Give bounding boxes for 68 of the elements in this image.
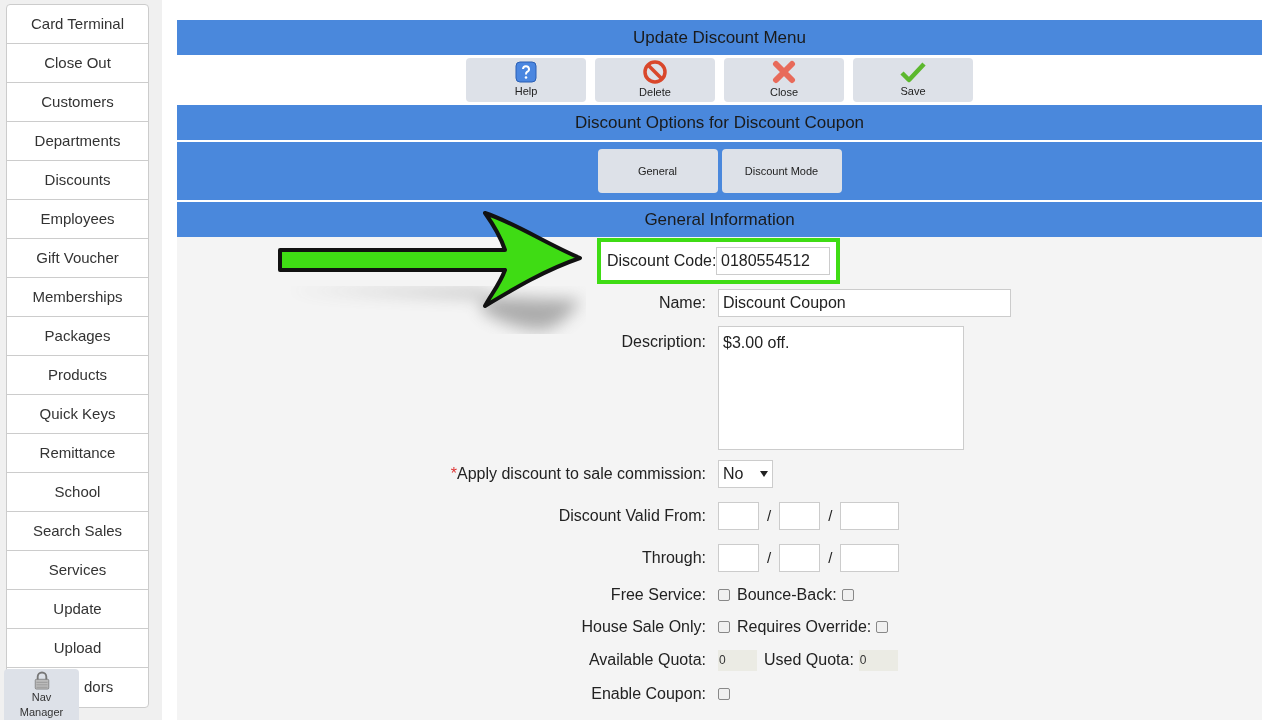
delete-button[interactable]: Delete <box>595 58 715 102</box>
commission-select[interactable]: No <box>718 460 773 488</box>
checkbox[interactable] <box>718 621 730 633</box>
quota-field[interactable]: 0 <box>718 649 757 671</box>
sidebar-item[interactable]: Memberships <box>7 278 148 317</box>
sidebar-item[interactable]: Gift Voucher <box>7 239 148 278</box>
menu-title: Update Discount Menu <box>177 20 1262 55</box>
close-icon <box>772 59 796 84</box>
sidebar-item[interactable]: Upload <box>7 629 148 668</box>
field-label: Name: <box>658 293 706 313</box>
caret-icon <box>760 471 768 477</box>
sidebar-item[interactable]: Search Sales <box>7 512 148 551</box>
field-label: Discount Code: <box>607 250 716 271</box>
date-field[interactable] <box>840 502 900 530</box>
date-separator: / <box>828 505 833 526</box>
sidebar-item[interactable]: Customers <box>7 83 148 122</box>
no-entry-icon <box>643 59 667 84</box>
options-title: Discount Options for Discount Coupon <box>177 105 1262 140</box>
sidebar-item[interactable]: Card Terminal <box>7 5 148 44</box>
option-tab[interactable]: Discount Mode <box>721 149 842 193</box>
checkbox[interactable] <box>841 589 854 601</box>
save-button[interactable]: Save <box>853 58 973 102</box>
sidebar-item[interactable]: School <box>7 473 148 512</box>
field-label: Bounce-Back: <box>737 585 837 605</box>
date-field[interactable] <box>718 544 759 572</box>
checkbox[interactable] <box>718 589 730 601</box>
sidebar-item[interactable]: Departments <box>7 122 148 161</box>
date-field[interactable] <box>779 544 821 572</box>
checkbox[interactable] <box>718 688 730 700</box>
section-title: General Information <box>177 202 1262 237</box>
nav-manager-button[interactable]: Nav Manager <box>4 669 79 720</box>
field-label: House Sale Only: <box>581 617 706 637</box>
date-field[interactable] <box>779 502 821 530</box>
padlock-icon <box>33 671 50 690</box>
sidebar-item[interactable]: Products <box>7 356 148 395</box>
description-field[interactable]: $3.00 off. <box>718 326 964 450</box>
sidebar-item[interactable]: dors <box>81 668 148 707</box>
sidebar-item[interactable]: Discounts <box>7 161 148 200</box>
date-field[interactable] <box>718 502 759 530</box>
option-tab[interactable]: General <box>597 149 718 193</box>
sidebar-item[interactable]: Employees <box>7 200 148 239</box>
date-separator: / <box>767 547 772 568</box>
field-label: Available Quota: <box>588 650 706 670</box>
discount-code-field[interactable]: 0180554512 <box>716 246 830 275</box>
checkbox[interactable] <box>876 621 889 633</box>
field-label: *Apply discount to sale commission: <box>450 464 706 484</box>
date-separator: / <box>828 547 833 568</box>
field-label: Used Quota: <box>764 650 854 670</box>
sidebar-item[interactable]: Quick Keys <box>7 395 148 434</box>
date-separator: / <box>767 505 772 526</box>
sidebar-item[interactable]: Update <box>7 590 148 629</box>
help-button[interactable]: Help <box>466 58 586 102</box>
name-field[interactable]: Discount Coupon <box>718 289 1011 317</box>
field-label: Free Service: <box>610 585 706 605</box>
field-label: Description: <box>621 332 706 352</box>
sidebar-item[interactable]: Remittance <box>7 434 148 473</box>
field-label: Enable Coupon: <box>591 684 706 704</box>
quota-field[interactable]: 0 <box>858 649 898 671</box>
sidebar-item[interactable]: Close Out <box>7 44 148 83</box>
sidebar-item[interactable]: Packages <box>7 317 148 356</box>
close-button[interactable]: Close <box>724 58 844 102</box>
field-label: Requires Override: <box>737 617 872 637</box>
date-field[interactable] <box>840 544 900 572</box>
question-icon <box>515 60 537 83</box>
field-label: Discount Valid From: <box>558 506 706 526</box>
field-label: Through: <box>641 548 706 568</box>
checkmark-icon <box>900 60 926 83</box>
sidebar-item[interactable]: Services <box>7 551 148 590</box>
